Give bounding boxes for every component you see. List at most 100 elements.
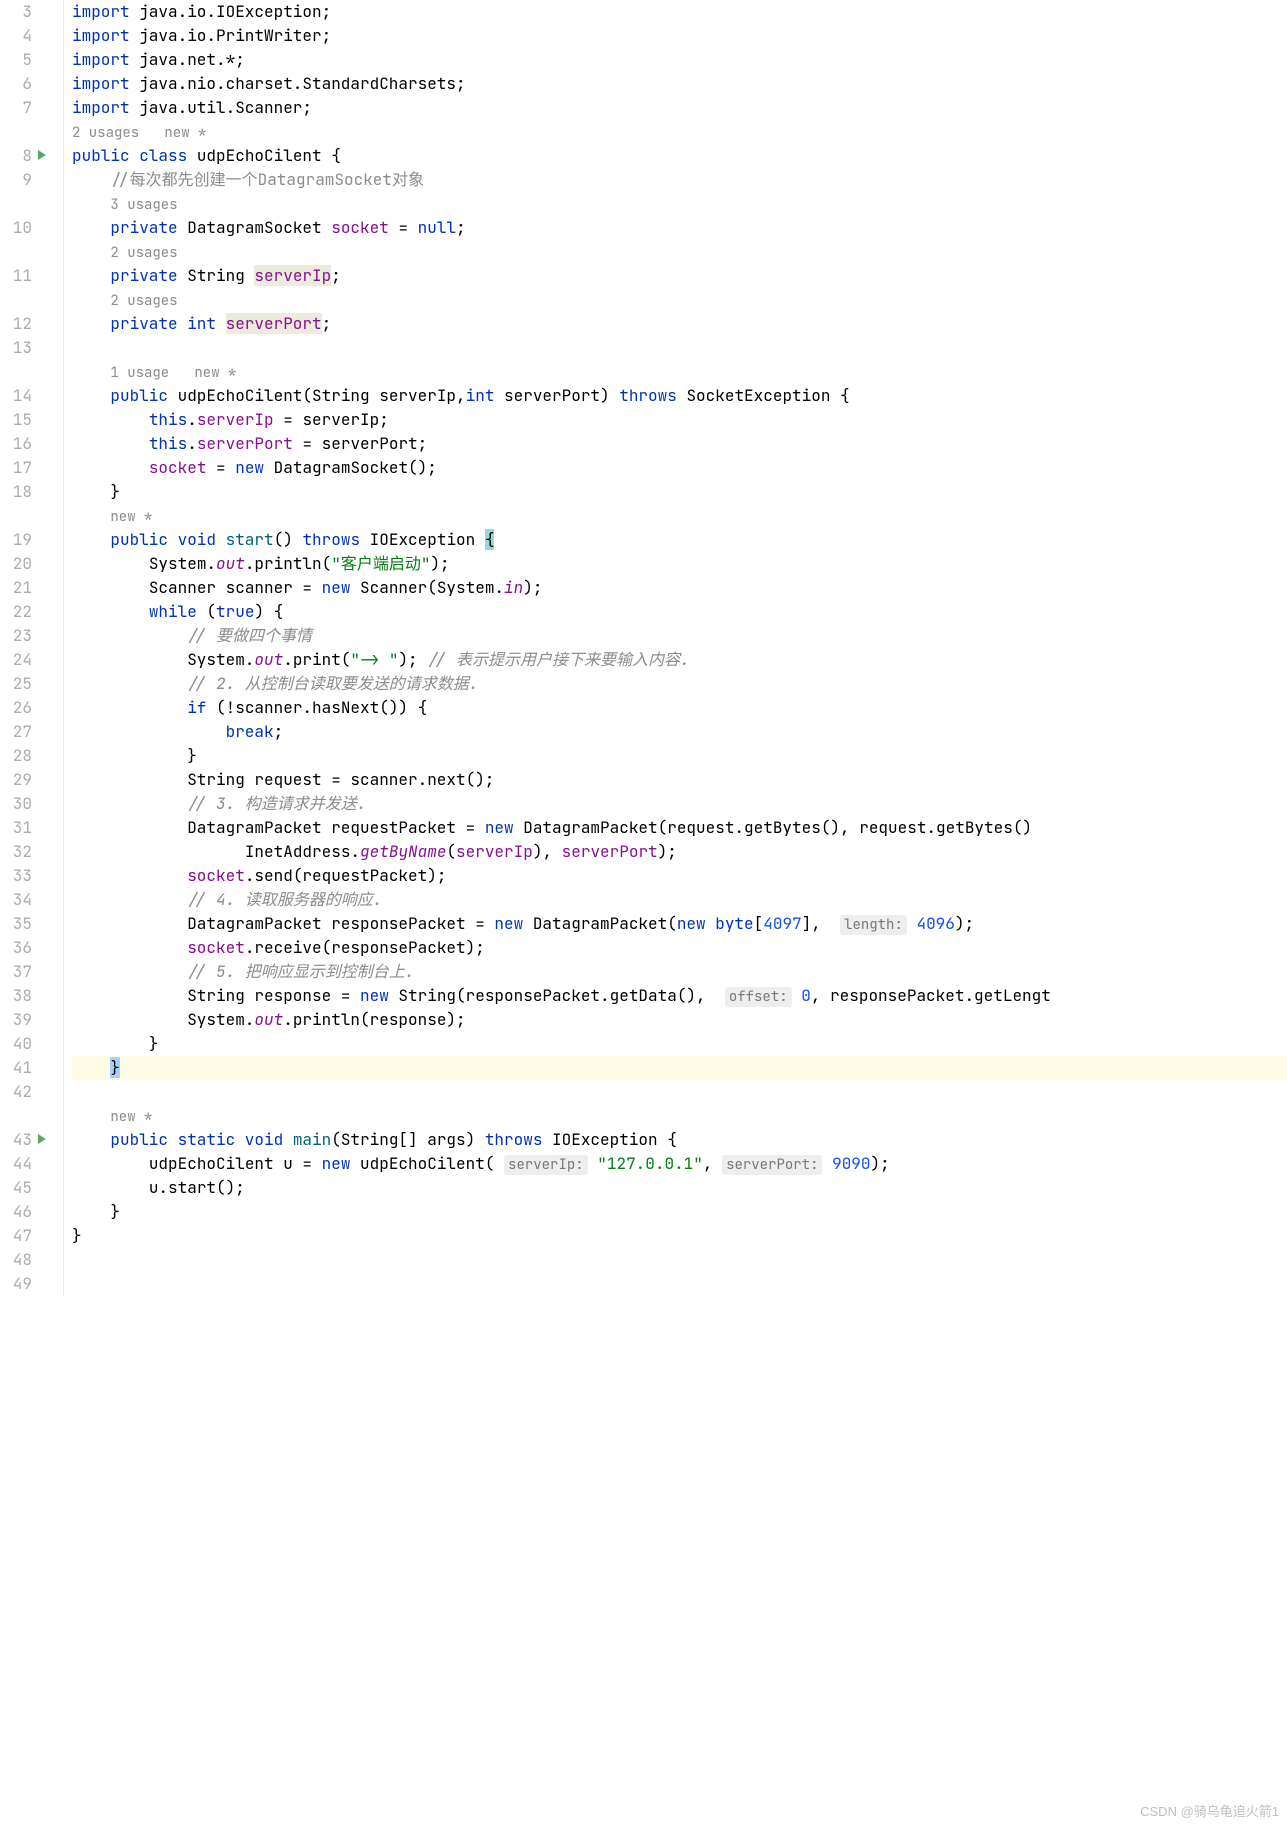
code-line[interactable]: new *: [72, 504, 1287, 528]
code-line[interactable]: // 要做四个事情: [72, 624, 1287, 648]
line-number: 31: [0, 816, 32, 840]
code-line[interactable]: public class udpEchoCilent {: [72, 144, 1287, 168]
line-number: 41: [0, 1056, 32, 1080]
code-line[interactable]: DatagramPacket requestPacket = new Datag…: [72, 816, 1287, 840]
code-line[interactable]: new *: [72, 1104, 1287, 1128]
code-line[interactable]: [72, 1248, 1287, 1272]
code-line[interactable]: import java.util.Scanner;: [72, 96, 1287, 120]
code-token: 4097: [763, 913, 801, 934]
code-token: throws: [485, 1129, 552, 1150]
code-line[interactable]: System.out.println("客户端启动");: [72, 552, 1287, 576]
code-token: serverIp: [197, 409, 274, 430]
code-line[interactable]: }: [72, 744, 1287, 768]
code-token: if: [187, 697, 216, 718]
code-line[interactable]: udpEchoCilent u = new udpEchoCilent( ser…: [72, 1152, 1287, 1176]
code-token: .: [187, 433, 197, 454]
code-line[interactable]: 1 usage new *: [72, 360, 1287, 384]
run-icon[interactable]: [38, 1134, 46, 1144]
code-line[interactable]: this.serverPort = serverPort;: [72, 432, 1287, 456]
line-number: 34: [0, 888, 32, 912]
code-line[interactable]: public void start() throws IOException {: [72, 528, 1287, 552]
code-line[interactable]: // 4. 读取服务器的响应.: [72, 888, 1287, 912]
code-line[interactable]: import java.net.*;: [72, 48, 1287, 72]
line-number: 21: [0, 576, 32, 600]
code-line[interactable]: [72, 336, 1287, 360]
code-line[interactable]: import java.nio.charset.StandardCharsets…: [72, 72, 1287, 96]
code-line[interactable]: InetAddress.getByName(serverIp), serverP…: [72, 840, 1287, 864]
code-line[interactable]: 2 usages new *: [72, 120, 1287, 144]
code-line[interactable]: break;: [72, 720, 1287, 744]
code-line[interactable]: private DatagramSocket socket = null;: [72, 216, 1287, 240]
line-number: 11: [0, 264, 32, 288]
code-content-area[interactable]: import java.io.IOException;import java.i…: [64, 0, 1287, 1296]
code-line[interactable]: u.start();: [72, 1176, 1287, 1200]
code-line[interactable]: }: [72, 1032, 1287, 1056]
line-number: 7: [0, 96, 32, 120]
code-token: this: [149, 433, 187, 454]
code-line[interactable]: //每次都先创建一个DatagramSocket对象: [72, 168, 1287, 192]
code-line[interactable]: System.out.print("-> "); // 表示提示用户接下来要输入…: [72, 648, 1287, 672]
code-line[interactable]: }: [72, 1200, 1287, 1224]
code-token: "-> ": [350, 649, 398, 670]
line-number: 9: [0, 168, 32, 192]
code-line[interactable]: DatagramPacket responsePacket = new Data…: [72, 912, 1287, 936]
code-token: new byte: [677, 913, 754, 934]
code-editor[interactable]: 3456789101112131415161718192021222324252…: [0, 0, 1287, 1296]
code-line[interactable]: public static void main(String[] args) t…: [72, 1128, 1287, 1152]
code-token: DatagramPacket responsePacket =: [187, 913, 494, 934]
line-number: 39: [0, 1008, 32, 1032]
code-line[interactable]: // 5. 把响应显示到控制台上.: [72, 960, 1287, 984]
code-line[interactable]: }: [72, 480, 1287, 504]
code-token: socket: [331, 217, 389, 238]
line-number: 16: [0, 432, 32, 456]
code-token: .: [187, 409, 197, 430]
code-line[interactable]: 3 usages: [72, 192, 1287, 216]
code-line[interactable]: 2 usages: [72, 288, 1287, 312]
code-token: new *: [110, 508, 152, 526]
line-number: 26: [0, 696, 32, 720]
code-line[interactable]: 2 usages: [72, 240, 1287, 264]
code-token: getByName: [360, 841, 446, 862]
code-line[interactable]: // 2. 从控制台读取要发送的请求数据.: [72, 672, 1287, 696]
code-token: out: [254, 1009, 283, 1030]
code-token: start: [226, 529, 274, 550]
code-token: =: [389, 217, 418, 238]
code-line[interactable]: this.serverIp = serverIp;: [72, 408, 1287, 432]
code-line[interactable]: public udpEchoCilent(String serverIp,int…: [72, 384, 1287, 408]
code-token: public: [110, 385, 177, 406]
code-line[interactable]: [72, 1080, 1287, 1104]
code-token: new: [360, 985, 398, 1006]
code-line[interactable]: }: [72, 1224, 1287, 1248]
run-icon[interactable]: [38, 150, 46, 160]
code-token: );: [871, 1153, 890, 1174]
code-token: "127.0.0.1": [597, 1153, 703, 1174]
code-token: System.: [187, 649, 254, 670]
code-line[interactable]: socket.receive(responsePacket);: [72, 936, 1287, 960]
line-number: 35: [0, 912, 32, 936]
code-line[interactable]: String response = new String(responsePac…: [72, 984, 1287, 1008]
code-line[interactable]: socket.send(requestPacket);: [72, 864, 1287, 888]
code-line[interactable]: System.out.println(response);: [72, 1008, 1287, 1032]
watermark-text: CSDN @骑乌龟追火箭1: [1140, 1802, 1279, 1822]
code-token: );: [658, 841, 677, 862]
code-token: DatagramPacket(: [533, 913, 677, 934]
code-token: int: [466, 385, 504, 406]
code-token: String response =: [187, 985, 360, 1006]
code-token: serverPort:: [722, 1155, 822, 1175]
code-line[interactable]: while (true) {: [72, 600, 1287, 624]
code-line[interactable]: // 3. 构造请求并发送.: [72, 792, 1287, 816]
code-line[interactable]: import java.io.PrintWriter;: [72, 24, 1287, 48]
line-number: 5: [0, 48, 32, 72]
code-token: ;: [456, 217, 466, 238]
code-line[interactable]: import java.io.IOException;: [72, 0, 1287, 24]
code-line[interactable]: socket = new DatagramSocket();: [72, 456, 1287, 480]
code-line[interactable]: private String serverIp;: [72, 264, 1287, 288]
line-number: [0, 288, 32, 312]
code-line[interactable]: String request = scanner.next();: [72, 768, 1287, 792]
code-line[interactable]: if (!scanner.hasNext()) {: [72, 696, 1287, 720]
code-line[interactable]: [72, 1272, 1287, 1296]
code-line[interactable]: Scanner scanner = new Scanner(System.in)…: [72, 576, 1287, 600]
code-token: 1 usage new *: [110, 364, 236, 382]
code-line[interactable]: private int serverPort;: [72, 312, 1287, 336]
code-line[interactable]: }: [72, 1056, 1287, 1080]
